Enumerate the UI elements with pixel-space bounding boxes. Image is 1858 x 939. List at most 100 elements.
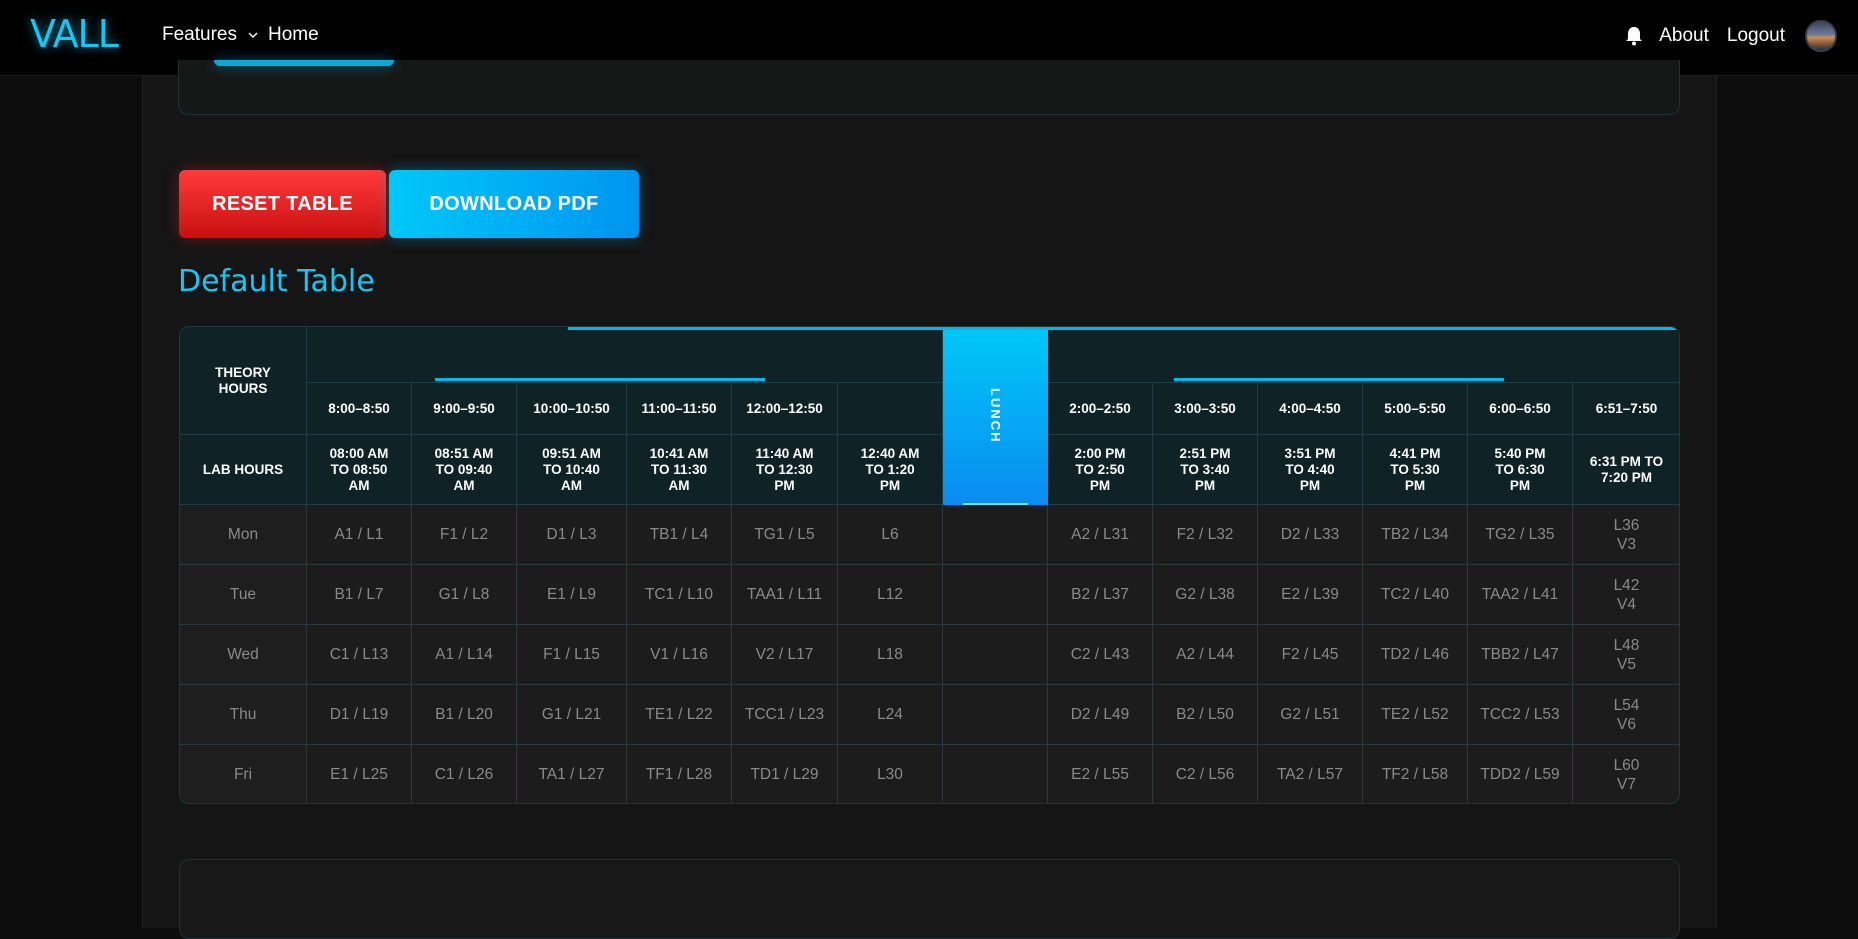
timetable-cell[interactable]: TC2 / L40: [1363, 565, 1468, 625]
timetable-cell[interactable]: TD1 / L29: [732, 745, 838, 803]
next-card: [179, 859, 1680, 939]
timetable-cell[interactable]: C1 / L26: [412, 745, 517, 803]
download-pdf-button[interactable]: DOWNLOAD PDF: [389, 170, 639, 238]
lab-hours-header: LAB HOURS: [180, 435, 307, 505]
timetable-cell[interactable]: L54 V6: [1573, 685, 1679, 745]
home-link[interactable]: Home: [268, 24, 319, 46]
timetable-cell[interactable]: TA2 / L57: [1258, 745, 1363, 803]
timetable-cell[interactable]: L36 V3: [1573, 505, 1679, 565]
timetable-cell[interactable]: TE1 / L22: [627, 685, 732, 745]
nav-right: About Logout: [1625, 20, 1858, 52]
timetable-cell[interactable]: V2 / L17: [732, 625, 838, 685]
timetable-cell[interactable]: L6: [838, 505, 943, 565]
timetable-cell[interactable]: D1 / L19: [307, 685, 412, 745]
timetable-cell[interactable]: TG2 / L35: [1468, 505, 1573, 565]
theory-slot-header: 5:00–5:50: [1363, 383, 1468, 435]
lab-slot-header: 4:41 PM TO 5:30 PM: [1363, 435, 1468, 505]
previous-card: [178, 60, 1680, 115]
lab-slot-header: 6:31 PM TO 7:20 PM: [1573, 435, 1679, 505]
timetable-cell[interactable]: G1 / L21: [517, 685, 627, 745]
timetable-cell[interactable]: TB1 / L4: [627, 505, 732, 565]
timetable-cell[interactable]: G1 / L8: [412, 565, 517, 625]
timetable-cell[interactable]: TCC2 / L53: [1468, 685, 1573, 745]
timetable-cell[interactable]: V1 / L16: [627, 625, 732, 685]
nav-left: Features Home: [162, 24, 319, 46]
theory-slot-header: 2:00–2:50: [1048, 383, 1153, 435]
timetable-cell[interactable]: B1 / L20: [412, 685, 517, 745]
day-label: Thu: [180, 685, 307, 745]
timetable-cell[interactable]: TDD2 / L59: [1468, 745, 1573, 803]
timetable-cell[interactable]: TF2 / L58: [1363, 745, 1468, 803]
chevron-down-icon[interactable]: [247, 29, 259, 41]
timetable-cell[interactable]: B1 / L7: [307, 565, 412, 625]
lab-slot-header: 5:40 PM TO 6:30 PM: [1468, 435, 1573, 505]
timetable-cell[interactable]: TAA2 / L41: [1468, 565, 1573, 625]
theory-slot-header: 8:00–8:50: [307, 383, 412, 435]
timetable-cell[interactable]: L24: [838, 685, 943, 745]
day-label: Tue: [180, 565, 307, 625]
reset-table-button[interactable]: RESET TABLE: [179, 170, 386, 238]
timetable-cell[interactable]: TG1 / L5: [732, 505, 838, 565]
timetable-cell[interactable]: L42 V4: [1573, 565, 1679, 625]
header-band-morning: [307, 327, 943, 383]
timetable-cell[interactable]: B2 / L50: [1153, 685, 1258, 745]
timetable-cell[interactable]: TE2 / L52: [1363, 685, 1468, 745]
lunch-cell: [943, 625, 1048, 685]
about-link[interactable]: About: [1659, 25, 1709, 47]
app-logo[interactable]: VALL: [30, 12, 119, 56]
timetable-cell[interactable]: E1 / L9: [517, 565, 627, 625]
timetable-cell[interactable]: F1 / L2: [412, 505, 517, 565]
timetable-cell[interactable]: TA1 / L27: [517, 745, 627, 803]
timetable-cell[interactable]: TD2 / L46: [1363, 625, 1468, 685]
timetable-cell[interactable]: A1 / L1: [307, 505, 412, 565]
timetable-cell[interactable]: D1 / L3: [517, 505, 627, 565]
timetable-cell[interactable]: TAA1 / L11: [732, 565, 838, 625]
theory-slot-header: 9:00–9:50: [412, 383, 517, 435]
bell-icon[interactable]: [1625, 26, 1643, 46]
timetable-cell[interactable]: L30: [838, 745, 943, 803]
previous-card-button[interactable]: [214, 60, 394, 66]
lab-slot-header: 2:51 PM TO 3:40 PM: [1153, 435, 1258, 505]
timetable-cell[interactable]: L18: [838, 625, 943, 685]
timetable-cell[interactable]: L12: [838, 565, 943, 625]
timetable-cell[interactable]: L48 V5: [1573, 625, 1679, 685]
features-menu[interactable]: Features: [162, 24, 237, 46]
timetable-cell[interactable]: A2 / L31: [1048, 505, 1153, 565]
lab-slot-header: 08:51 AM TO 09:40 AM: [412, 435, 517, 505]
timetable-cell[interactable]: C1 / L13: [307, 625, 412, 685]
timetable-cell[interactable]: F2 / L45: [1258, 625, 1363, 685]
timetable-cell[interactable]: G2 / L51: [1258, 685, 1363, 745]
logout-link[interactable]: Logout: [1727, 25, 1785, 47]
timetable-cell[interactable]: D2 / L49: [1048, 685, 1153, 745]
timetable-cell[interactable]: E2 / L39: [1258, 565, 1363, 625]
timetable-cell[interactable]: TC1 / L10: [627, 565, 732, 625]
lab-slot-header: 09:51 AM TO 10:40 AM: [517, 435, 627, 505]
theory-hours-header: THEORY HOURS: [180, 327, 307, 435]
lab-slot-header: 11:40 AM TO 12:30 PM: [732, 435, 838, 505]
timetable-cell[interactable]: TBB2 / L47: [1468, 625, 1573, 685]
timetable-cell[interactable]: C2 / L56: [1153, 745, 1258, 803]
section-title: Default Table: [178, 264, 375, 299]
lab-slot-header: 2:00 PM TO 2:50 PM: [1048, 435, 1153, 505]
timetable-cell[interactable]: A1 / L14: [412, 625, 517, 685]
lab-slot-header: 3:51 PM TO 4:40 PM: [1258, 435, 1363, 505]
timetable-cell[interactable]: F2 / L32: [1153, 505, 1258, 565]
timetable-cell[interactable]: E2 / L55: [1048, 745, 1153, 803]
lunch-cell: [943, 745, 1048, 803]
timetable-cell[interactable]: G2 / L38: [1153, 565, 1258, 625]
theory-slot-header: 11:00–11:50: [627, 383, 732, 435]
timetable-cell[interactable]: D2 / L33: [1258, 505, 1363, 565]
day-label: Mon: [180, 505, 307, 565]
timetable-cell[interactable]: L60 V7: [1573, 745, 1679, 803]
timetable-cell[interactable]: TCC1 / L23: [732, 685, 838, 745]
timetable: LUNCH THEORY HOURS LAB HOURS 8:00–8:50 9:00…: [179, 326, 1680, 804]
timetable-cell[interactable]: C2 / L43: [1048, 625, 1153, 685]
avatar[interactable]: [1805, 20, 1837, 52]
timetable-cell[interactable]: F1 / L15: [517, 625, 627, 685]
timetable-cell[interactable]: B2 / L37: [1048, 565, 1153, 625]
lunch-cell: [943, 565, 1048, 625]
timetable-cell[interactable]: TF1 / L28: [627, 745, 732, 803]
timetable-cell[interactable]: E1 / L25: [307, 745, 412, 803]
timetable-cell[interactable]: TB2 / L34: [1363, 505, 1468, 565]
timetable-cell[interactable]: A2 / L44: [1153, 625, 1258, 685]
